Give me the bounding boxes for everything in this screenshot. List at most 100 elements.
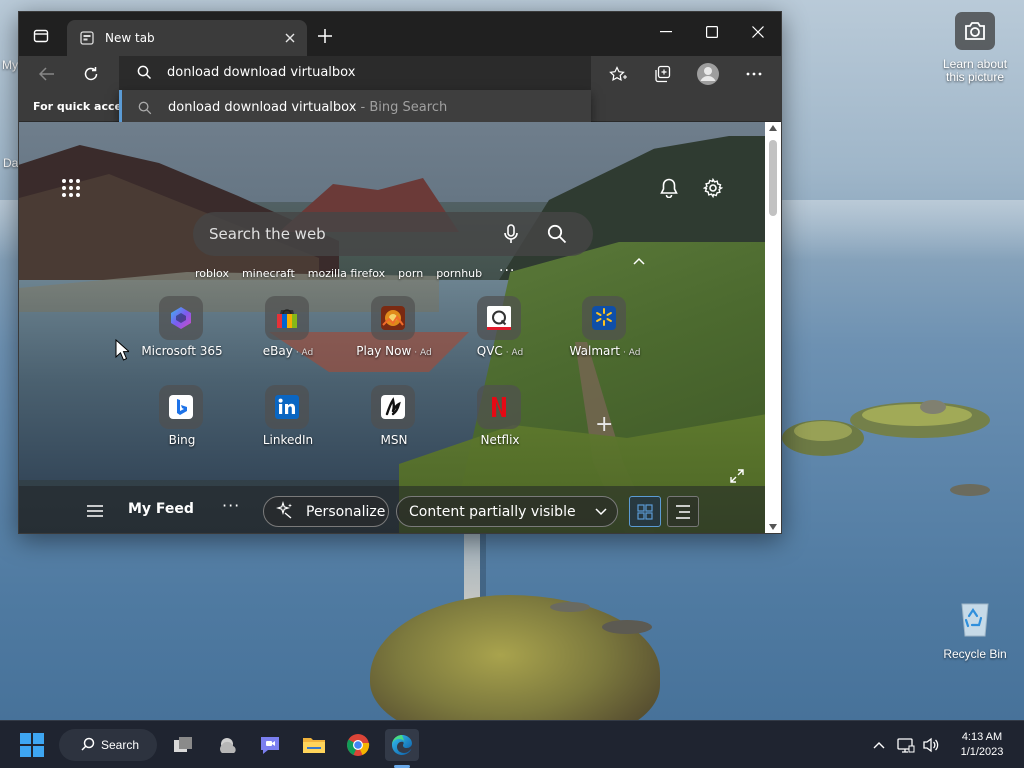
add-site-plus-icon[interactable]: +: [595, 412, 613, 437]
suggestion-separator: -: [356, 100, 370, 115]
page-settings-gear-icon[interactable]: [699, 174, 727, 202]
minimize-button[interactable]: [643, 12, 689, 52]
trending-more-button[interactable]: ···: [499, 263, 515, 279]
quick-link-title: Netflix: [480, 433, 520, 447]
recycle-bin-label[interactable]: Recycle Bin: [934, 647, 1016, 661]
network-icon[interactable]: [897, 735, 915, 755]
refresh-button[interactable]: [77, 60, 105, 88]
desktop-icon-label-partial[interactable]: My: [2, 58, 18, 72]
quick-link-bing[interactable]: Bing: [137, 385, 227, 461]
scroll-thumb[interactable]: [769, 140, 777, 216]
wallpaper-rock: [602, 620, 652, 634]
quick-link-title: Walmart: [569, 344, 620, 358]
quick-link-label: Netflix: [435, 433, 565, 447]
quick-link-title: Bing: [168, 433, 196, 447]
clock-date: 1/1/2023: [960, 746, 1004, 758]
desktop-icon-label-partial[interactable]: Da: [3, 156, 18, 170]
chevron-up-icon[interactable]: [631, 254, 647, 268]
profile-avatar-icon[interactable]: [694, 60, 722, 88]
ad-badge: · Ad: [623, 348, 641, 358]
wallpaper-island-grass: [862, 404, 972, 426]
wallpaper-island-grass: [794, 421, 852, 441]
tab-new-tab[interactable]: New tab: [67, 20, 307, 56]
expand-background-icon[interactable]: [727, 466, 747, 486]
search-suggestion[interactable]: donload download virtualbox - Bing Searc…: [119, 90, 591, 126]
teams-chat-icon[interactable]: [253, 729, 287, 761]
back-button[interactable]: [33, 60, 61, 88]
linkedin-icon: [265, 385, 309, 429]
taskbar: Search 4:13 AM 1/1/2023: [0, 720, 1024, 768]
grid-view-button[interactable]: [629, 496, 661, 527]
quick-link-title: QVC: [476, 344, 503, 358]
mouse-cursor-icon: [115, 338, 131, 365]
tab-actions-icon[interactable]: [27, 22, 55, 50]
system-clock[interactable]: 4:13 AM 1/1/2023: [950, 730, 1014, 760]
content-visibility-dropdown[interactable]: Content partially visible: [396, 496, 618, 527]
hamburger-menu-icon[interactable]: [83, 500, 107, 522]
personalize-button[interactable]: Personalize: [263, 496, 389, 527]
file-explorer-icon[interactable]: [297, 729, 331, 761]
tab-close-icon[interactable]: [277, 25, 303, 51]
microphone-icon[interactable]: [499, 222, 523, 246]
chevron-down-icon: [595, 504, 607, 520]
widgets-weather-icon[interactable]: [211, 729, 245, 761]
edge-icon[interactable]: [385, 729, 419, 761]
close-window-button[interactable]: [735, 12, 781, 52]
microsoft-365-icon: [159, 296, 203, 340]
edge-browser-window: New tab For quick access donload downloa…: [18, 11, 782, 534]
quick-link-linkedin[interactable]: LinkedIn: [243, 385, 333, 461]
search-icon[interactable]: [545, 222, 569, 246]
quick-link-walmart[interactable]: Walmart · Ad: [560, 296, 650, 372]
quick-link-microsoft-365[interactable]: Microsoft 365: [137, 296, 227, 372]
learn-about-picture-label[interactable]: Learn about this picture: [934, 58, 1016, 84]
quick-link-msn[interactable]: MSN: [349, 385, 439, 461]
settings-more-icon[interactable]: [740, 60, 768, 88]
trending-link[interactable]: minecraft: [242, 267, 295, 285]
chrome-icon[interactable]: [341, 729, 375, 761]
app-launcher-icon[interactable]: [57, 174, 85, 202]
quick-link-title: Play Now: [356, 344, 412, 358]
my-feed-tab[interactable]: My Feed: [128, 501, 194, 517]
quick-link-play-now[interactable]: Play Now · Ad: [349, 296, 439, 372]
bing-icon: [159, 385, 203, 429]
suggestion-source: Bing Search: [369, 100, 448, 115]
volume-icon[interactable]: [922, 735, 940, 755]
favorites-star-icon[interactable]: [604, 60, 632, 88]
quick-link-netflix[interactable]: Netflix: [455, 385, 545, 461]
ad-badge-text: Ad: [301, 348, 314, 358]
scroll-up-arrow-icon[interactable]: [769, 125, 777, 131]
quick-link-title: MSN: [380, 433, 408, 447]
trending-link[interactable]: pornhub: [436, 267, 482, 285]
feed-more-button[interactable]: ···: [222, 496, 240, 515]
page-scrollbar[interactable]: [765, 122, 781, 533]
learn-about-picture-icon[interactable]: [955, 12, 995, 50]
scroll-down-arrow-icon[interactable]: [769, 524, 777, 530]
collections-icon[interactable]: [649, 60, 677, 88]
list-view-button[interactable]: [667, 496, 699, 527]
tab-title: New tab: [105, 31, 155, 45]
task-view-icon[interactable]: [166, 729, 200, 761]
recycle-bin-icon[interactable]: [955, 596, 995, 638]
new-tab-favicon-icon: [79, 30, 95, 46]
address-bar-text[interactable]: donload download virtualbox: [167, 65, 355, 80]
quick-link-title: LinkedIn: [262, 433, 314, 447]
trending-link[interactable]: roblox: [195, 267, 229, 285]
web-search-placeholder[interactable]: Search the web: [209, 225, 326, 243]
windows-start-icon[interactable]: [20, 733, 44, 757]
maximize-button[interactable]: [689, 12, 735, 52]
trending-link[interactable]: porn: [398, 267, 423, 285]
title-bar: New tab: [19, 12, 781, 56]
quick-link-ebay[interactable]: eBay · Ad: [243, 296, 333, 372]
address-bar[interactable]: donload download virtualbox: [119, 56, 591, 90]
notifications-bell-icon[interactable]: [655, 174, 683, 202]
feed-bar: My Feed ··· Personalize Content partiall…: [19, 486, 765, 533]
new-tab-button[interactable]: [311, 22, 339, 50]
taskbar-search-button[interactable]: Search: [59, 729, 157, 761]
chevron-up-icon[interactable]: [870, 735, 888, 755]
trending-link[interactable]: mozilla firefox: [308, 267, 385, 285]
quick-link-qvc[interactable]: QVC · Ad: [455, 296, 545, 372]
web-search-box[interactable]: Search the web: [193, 212, 593, 256]
qvc-icon: [477, 296, 521, 340]
taskbar-search-label: Search: [101, 738, 140, 752]
ad-badge-text: Ad: [628, 348, 641, 358]
